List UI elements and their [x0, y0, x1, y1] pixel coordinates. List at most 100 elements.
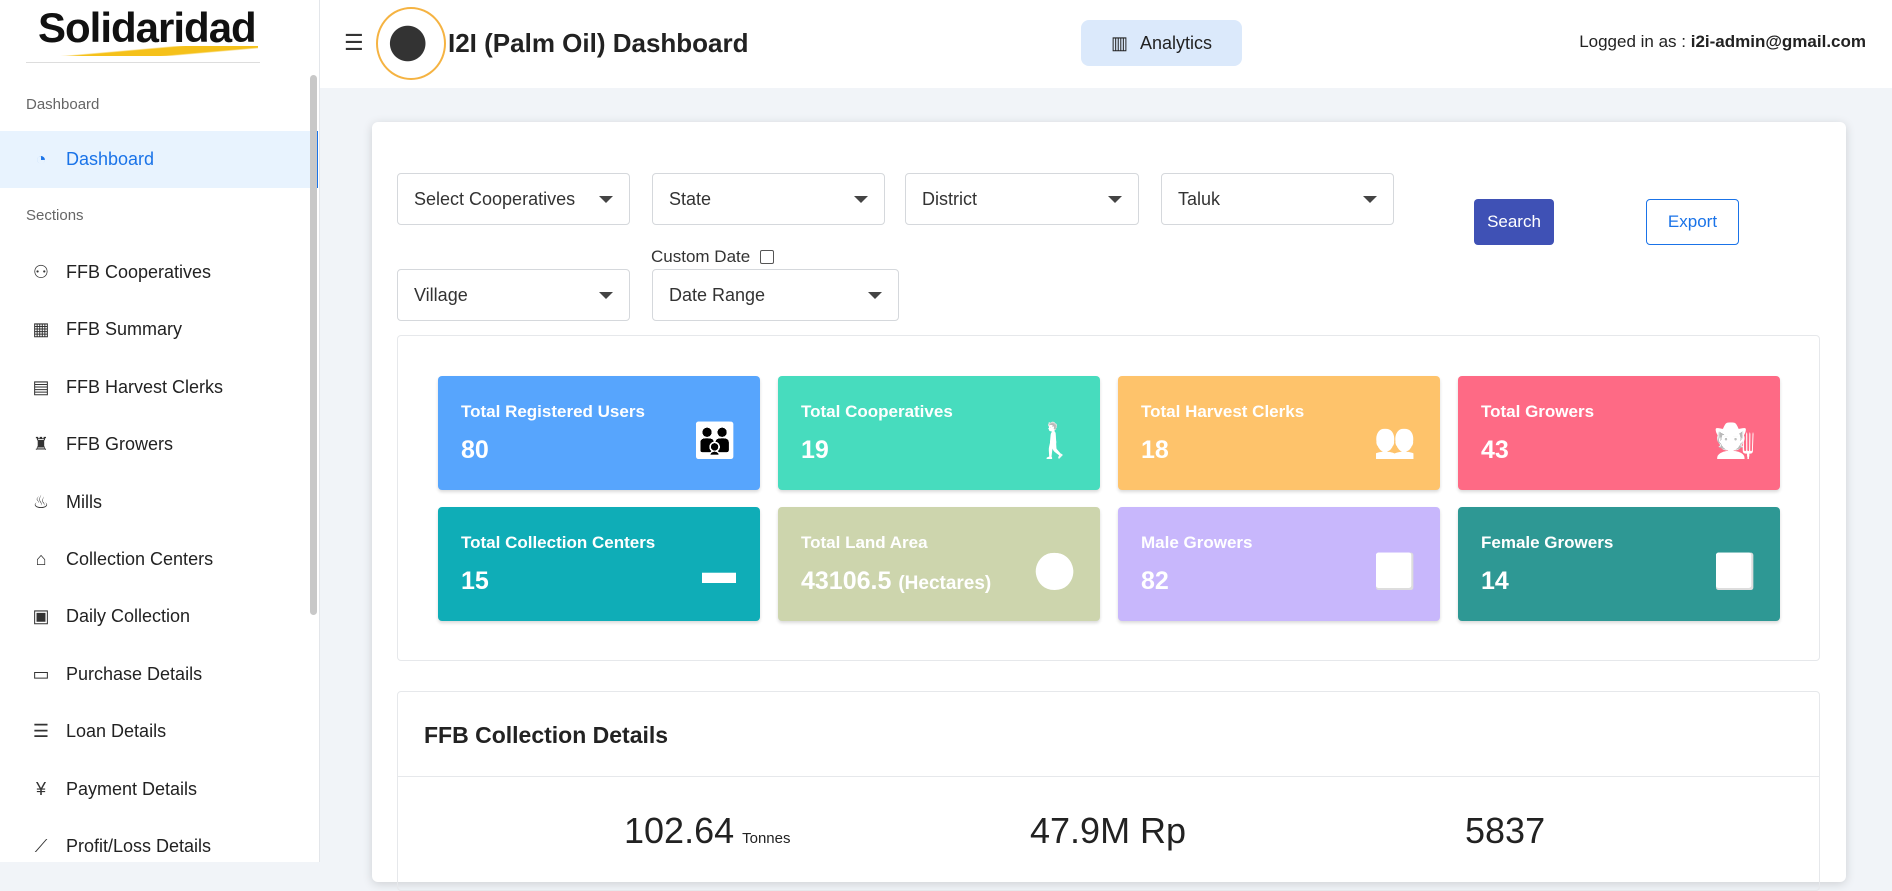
- tile-label: Total Land Area: [801, 533, 928, 552]
- tile-label: Total Harvest Clerks: [1141, 402, 1305, 421]
- stat-tile-male-growers[interactable]: Male Growers 82 🚹: [1118, 507, 1440, 621]
- sidebar-item-label: FFB Cooperatives: [66, 262, 212, 282]
- sidebar-item-label: FFB Summary: [66, 319, 183, 340]
- stats-panel: Total Registered Users 80 👪 Total Cooperati…: [397, 335, 1820, 661]
- tile-number: 14: [1481, 567, 1509, 595]
- logged-prefix: Logged in as :: [1579, 32, 1691, 51]
- metric-tonnes: 102.64 Tonnes: [624, 810, 790, 852]
- metric-value: 47.9M Rp: [1030, 810, 1187, 851]
- globe-icon: 🌍: [1033, 553, 1076, 591]
- sidebar-scrollbar[interactable]: [310, 75, 317, 615]
- tile-label: Total Collection Centers: [461, 533, 656, 552]
- select-label: Taluk: [1178, 188, 1221, 209]
- section-label-sections: Sections: [26, 207, 84, 224]
- logo-swoosh: [38, 46, 258, 56]
- tile-label: Male Growers: [1141, 533, 1253, 552]
- sidebar-item-label: Mills: [66, 491, 102, 512]
- farmer-icon: 🧑‍🌾: [1713, 422, 1756, 460]
- tile-number: 82: [1141, 567, 1169, 595]
- tile-number: 19: [801, 436, 829, 464]
- caret-down-icon: [1363, 195, 1377, 203]
- wallet-icon: ▭: [32, 663, 50, 684]
- sidebar-item-label: Purchase Details: [66, 663, 203, 684]
- sidebar-item-label: Payment Details: [66, 778, 198, 799]
- sidebar-item-label: Daily Collection: [66, 606, 191, 627]
- custom-date-checkbox[interactable]: [760, 250, 775, 264]
- tile-number: 43: [1481, 436, 1509, 464]
- user-gear-icon: ⚇: [32, 262, 50, 282]
- stat-tile-female-growers[interactable]: Female Growers 14 🚺: [1458, 507, 1780, 621]
- i2i-logo: [376, 7, 446, 80]
- select-label: District: [922, 188, 977, 209]
- select-label: Date Range: [669, 284, 766, 305]
- dashboard-card: Select Cooperatives State District Taluk…: [372, 122, 1846, 891]
- export-button[interactable]: Export: [1646, 199, 1739, 245]
- cooperatives-select[interactable]: Select Cooperatives: [397, 173, 630, 225]
- users-group-icon: 👪: [693, 422, 736, 460]
- tile-number: 43106.5: [801, 567, 892, 595]
- search-button[interactable]: Search: [1474, 199, 1554, 245]
- section-label-dashboard: Dashboard: [26, 96, 100, 113]
- document-search-icon: ▤: [32, 376, 50, 397]
- sidebar-item-label: Profit/Loss Details: [66, 836, 212, 856]
- stat-tile-total-collection-centers[interactable]: Total Collection Centers 15 ▬: [438, 507, 760, 621]
- tile-label: Total Growers: [1481, 402, 1595, 421]
- district-select[interactable]: District: [905, 173, 1139, 225]
- metric-value: 5837: [1465, 810, 1546, 851]
- solidaridad-logo: Solidaridad: [38, 4, 257, 51]
- stat-tile-total-cooperatives[interactable]: Total Cooperatives 19 🚶: [778, 376, 1100, 490]
- sidebar-item-purchase-details[interactable]: ▭ Purchase Details: [0, 646, 318, 703]
- gauge-icon: ◔: [35, 149, 47, 169]
- factory-icon: ♨: [32, 491, 50, 512]
- calendar-icon: ▣: [32, 606, 50, 627]
- farmer-icon: ♜: [32, 434, 50, 455]
- sidebar-item-loan-details[interactable]: ☰ Loan Details: [0, 703, 318, 760]
- stat-tile-total-harvest-clerks[interactable]: Total Harvest Clerks 18 👥: [1118, 376, 1440, 490]
- sidebar-item-profit-loss-details[interactable]: ⟋ Profit/Loss Details: [0, 818, 318, 875]
- sidebar-item-dashboard[interactable]: ◔ Dashboard: [0, 131, 318, 188]
- ffb-title: FFB Collection Details: [424, 722, 669, 748]
- bar-chart-icon: ▥: [1110, 32, 1128, 53]
- sidebar-item-daily-collection[interactable]: ▣ Daily Collection: [0, 588, 318, 645]
- sidebar-item-collection-centers[interactable]: ⌂ Collection Centers: [0, 531, 318, 588]
- sidebar-item-ffb-cooperatives[interactable]: ⚇ FFB Cooperatives: [0, 244, 318, 301]
- date-range-select[interactable]: Date Range: [652, 269, 899, 321]
- sidebar-item-label: FFB Harvest Clerks: [66, 376, 224, 397]
- analytics-button[interactable]: ▥ Analytics: [1081, 20, 1242, 66]
- sidebar-item-ffb-growers[interactable]: ♜ FFB Growers: [0, 416, 318, 473]
- page-title: I2I (Palm Oil) Dashboard: [448, 28, 749, 58]
- person-walking-cane-icon: 🚶: [1033, 422, 1076, 460]
- divider: [398, 776, 1819, 777]
- menu-collapse-icon[interactable]: ☰: [344, 30, 364, 56]
- stat-tile-total-land-area[interactable]: Total Land Area 43106.5 (Hectares) 🌍: [778, 507, 1100, 621]
- stat-tile-total-growers[interactable]: Total Growers 43 🧑‍🌾: [1458, 376, 1780, 490]
- sidebar: Solidaridad Dashboard ◔ Dashboard Section…: [0, 0, 320, 862]
- female-icon: 🚺: [1713, 553, 1756, 591]
- sidebar-item-label: Collection Centers: [66, 549, 214, 569]
- custom-date: Custom Date: [651, 247, 775, 267]
- taluk-select[interactable]: Taluk: [1161, 173, 1394, 225]
- metric-value: 102.64: [624, 810, 735, 851]
- collection-box-icon: ▬: [702, 553, 736, 591]
- caret-down-icon: [599, 291, 613, 299]
- chart-line-icon: ⟋: [34, 836, 48, 856]
- divider: [26, 62, 260, 63]
- grid-icon: ▦: [32, 319, 50, 340]
- user-email: i2i-admin@gmail.com: [1690, 32, 1866, 51]
- sidebar-item-ffb-harvest-clerks[interactable]: ▤ FFB Harvest Clerks: [0, 359, 318, 416]
- caret-down-icon: [868, 291, 882, 299]
- people-icon: 👥: [1373, 422, 1416, 460]
- sidebar-item-ffb-summary[interactable]: ▦ FFB Summary: [0, 301, 318, 358]
- logged-in-info: Logged in as : i2i-admin@gmail.com: [1579, 32, 1866, 52]
- building-icon: ⌂: [35, 549, 47, 569]
- tile-label: Female Growers: [1481, 533, 1614, 552]
- sidebar-item-payment-details[interactable]: ¥ Payment Details: [0, 761, 318, 818]
- tile-label: Total Registered Users: [461, 402, 645, 421]
- analytics-label: Analytics: [1139, 32, 1213, 53]
- state-select[interactable]: State: [652, 173, 885, 225]
- stat-tile-total-registered-users[interactable]: Total Registered Users 80 👪: [438, 376, 760, 490]
- tile-label: Total Cooperatives: [801, 402, 953, 421]
- sidebar-item-mills[interactable]: ♨ Mills: [0, 474, 318, 531]
- ffb-collection-panel: FFB Collection Details 102.64 Tonnes 47.9…: [397, 691, 1820, 891]
- village-select[interactable]: Village: [397, 269, 630, 321]
